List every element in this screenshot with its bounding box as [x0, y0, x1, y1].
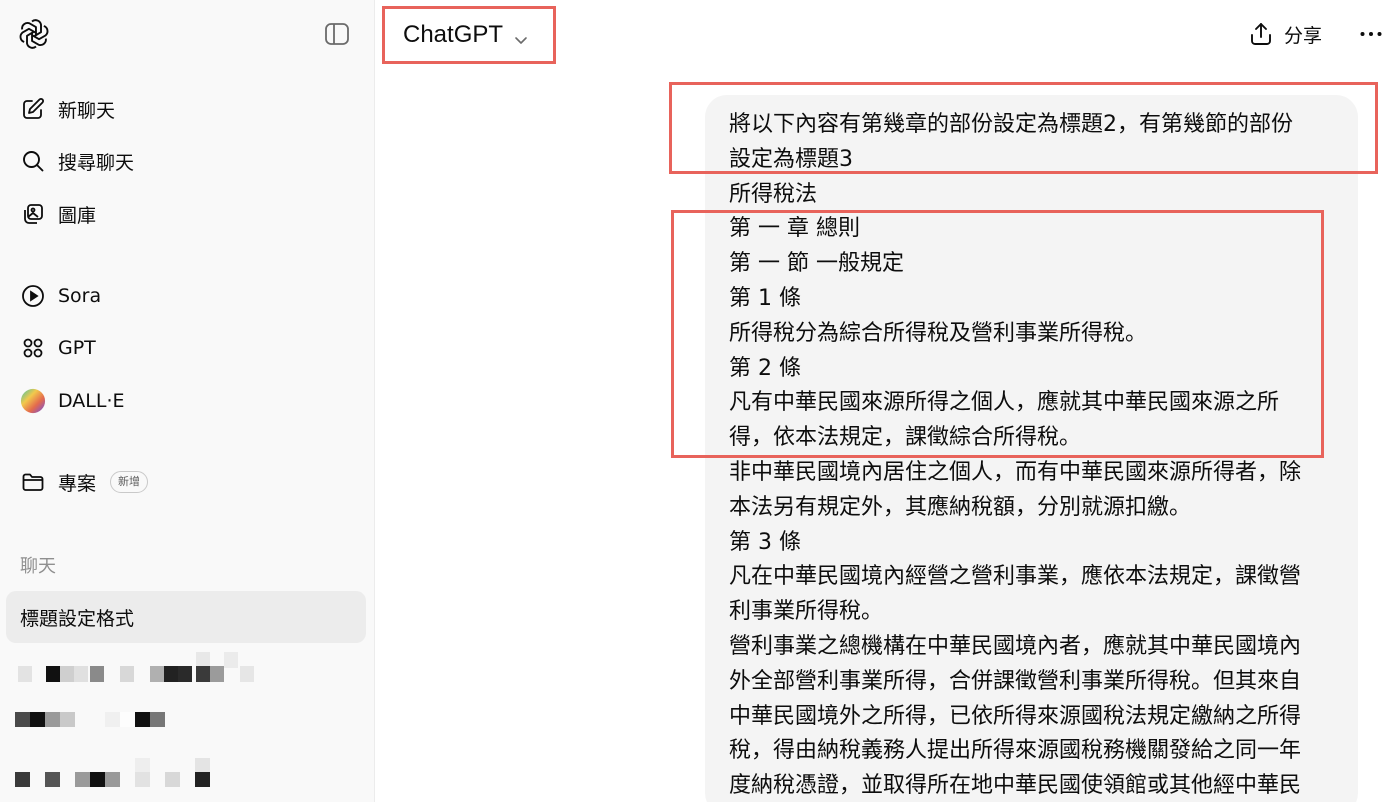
openai-logo-icon[interactable]: [18, 18, 50, 50]
play-icon: [20, 283, 46, 309]
gallery-icon: [20, 201, 46, 227]
message-line: 非中華民國境內居住之個人，而有中華民國來源所得者，除: [729, 459, 1302, 485]
message-line: 營利事業之總機構在中華民國境內者，應就其中華民國境內: [729, 633, 1302, 659]
search-icon: [20, 148, 46, 174]
message-line: 本法另有規定外，其應納稅額，分別就源扣繳。: [729, 494, 1192, 520]
chats-section-label: 聊天: [20, 556, 56, 577]
nav-label: 圖庫: [58, 204, 97, 227]
message-line: 所得稅法: [729, 181, 818, 207]
message-line: 外全部營利事業所得，合併課徵營利事業所得稅。但其來自: [729, 668, 1302, 694]
sidebar-toggle-icon[interactable]: [324, 22, 350, 46]
nav-projects[interactable]: 專案 新增: [20, 464, 149, 500]
new-badge: 新增: [110, 471, 149, 493]
share-label: 分享: [1284, 24, 1323, 47]
chat-item-active[interactable]: 標題設定格式: [6, 591, 366, 643]
nav-search-chats[interactable]: 搜尋聊天: [20, 143, 134, 179]
message-line: 中華民國境外之所得，已依所得來源國稅法規定繳納之所得: [729, 703, 1302, 729]
model-selector-button[interactable]: ChatGPT: [382, 6, 556, 64]
nav-label: DALL·E: [58, 390, 125, 412]
highlight-box-content: [671, 210, 1324, 458]
nav-label: 新聊天: [58, 99, 116, 122]
message-line: 利事業所得稅。: [729, 599, 884, 625]
folder-icon: [20, 469, 46, 495]
share-button[interactable]: 分享: [1248, 18, 1322, 50]
grid-icon: [20, 335, 46, 361]
nav-label: 專案: [58, 472, 97, 495]
message-line: 第 3 條: [729, 529, 801, 555]
share-icon: [1248, 21, 1274, 47]
message-line: 凡在中華民國境內經營之營利事業，應依本法規定，課徵營: [729, 564, 1302, 590]
message-line: 度納稅憑證，並取得所在地中華民國使領館或其他經中華民: [729, 773, 1302, 799]
sidebar: 新聊天 搜尋聊天 圖庫 Sora GPT DALL·E 專案 新增 聊天 標題設…: [0, 0, 375, 802]
nav-new-chat[interactable]: 新聊天: [20, 91, 115, 127]
chevron-down-icon: [513, 27, 529, 44]
nav-label: Sora: [58, 285, 102, 307]
dalle-icon: [20, 388, 46, 414]
nav-gpt[interactable]: GPT: [20, 330, 96, 366]
nav-gallery[interactable]: 圖庫: [20, 196, 96, 232]
more-options-icon[interactable]: [1358, 22, 1384, 46]
nav-sora[interactable]: Sora: [20, 278, 101, 314]
model-label: ChatGPT: [403, 21, 504, 48]
nav-label: GPT: [58, 337, 96, 359]
edit-icon: [20, 96, 46, 122]
nav-dalle[interactable]: DALL·E: [20, 383, 125, 419]
message-line: 稅，得由納稅義務人提出所得來源國稅務機關發給之同一年: [729, 738, 1302, 764]
highlight-box-instruction: [669, 82, 1378, 174]
nav-label: 搜尋聊天: [58, 151, 135, 174]
